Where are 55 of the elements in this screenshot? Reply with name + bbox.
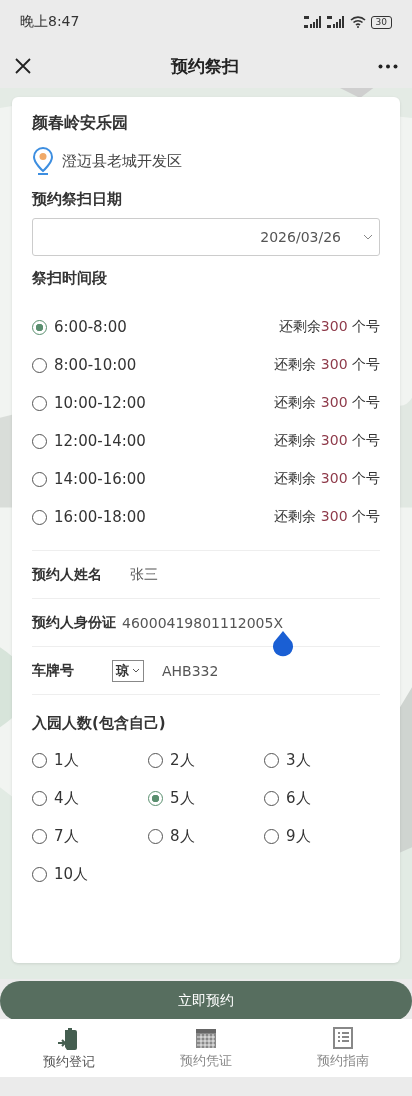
section-label: 预约祭扫日期 xyxy=(32,189,123,209)
input-field[interactable]: AHB332 xyxy=(162,662,219,679)
signal-icon xyxy=(303,16,322,28)
remaining-count: 还剩余 300 个号 xyxy=(274,356,380,374)
cemetery-name: 颜春岭安乐园 xyxy=(32,113,129,133)
wifi-icon xyxy=(349,16,366,28)
tab-item[interactable]: 预约指南 xyxy=(274,1019,412,1077)
remaining-count: 还剩余300 个号 xyxy=(278,318,380,336)
radio-button[interactable] xyxy=(32,319,47,335)
field-label: 预约人身份证 xyxy=(32,613,116,632)
caret-icon xyxy=(132,668,140,673)
tab-item[interactable]: 预约凭证 xyxy=(137,1019,275,1077)
time-slot-label[interactable]: 12:00-14:00 xyxy=(54,432,146,450)
time-slot-label[interactable]: 14:00-16:00 xyxy=(54,470,146,488)
calendar-icon xyxy=(195,1026,217,1049)
count-option[interactable]: 6人 xyxy=(286,788,311,808)
list-icon xyxy=(333,1026,354,1049)
signal-icon xyxy=(326,16,345,28)
count-option[interactable]: 4人 xyxy=(54,788,79,808)
section-label: 祭扫时间段 xyxy=(32,268,108,288)
field-label: 车牌号 xyxy=(32,661,75,680)
address-text: 澄迈县老城开发区 xyxy=(62,151,182,171)
location-pin-icon xyxy=(32,146,54,176)
more-icon xyxy=(378,63,398,69)
remaining-count: 还剩余 300 个号 xyxy=(274,432,380,450)
submit-button[interactable]: 立即预约 xyxy=(0,981,412,1021)
time-slot-label[interactable]: 16:00-18:00 xyxy=(54,508,146,526)
section-label: 入园人数(包含自己) xyxy=(32,713,167,733)
remaining-count: 还剩余 300 个号 xyxy=(274,394,380,412)
remaining-count: 还剩余 300 个号 xyxy=(274,470,380,488)
close-icon xyxy=(14,57,32,75)
battery-level: 30 xyxy=(370,15,392,29)
count-option[interactable]: 9人 xyxy=(286,826,311,846)
time-slot-label[interactable]: 8:00-10:00 xyxy=(54,356,137,374)
count-option[interactable]: 8人 xyxy=(170,826,195,846)
selection-handle-icon xyxy=(272,631,294,657)
input-field[interactable]: 46000419801112005X xyxy=(122,614,283,631)
time-slot-label[interactable]: 6:00-8:00 xyxy=(54,318,127,336)
radio-button[interactable] xyxy=(148,790,163,806)
date-select[interactable]: 2026/03/26 xyxy=(32,218,380,256)
count-option[interactable]: 2人 xyxy=(170,750,195,770)
input-field[interactable]: 张三 xyxy=(130,565,158,584)
province-select[interactable]: 琼 xyxy=(112,659,144,682)
count-option[interactable]: 5人 xyxy=(170,788,195,808)
status-time: 晚上8:47 xyxy=(20,13,80,31)
tab-item[interactable]: 预约登记 xyxy=(0,1019,138,1077)
count-option[interactable]: 3人 xyxy=(286,750,311,770)
count-option[interactable]: 7人 xyxy=(54,826,79,846)
count-option[interactable]: 10人 xyxy=(54,864,89,884)
field-label: 预约人姓名 xyxy=(32,565,103,584)
count-option[interactable]: 1人 xyxy=(54,750,79,770)
caret-icon xyxy=(363,234,373,240)
remaining-count: 还剩余 300 个号 xyxy=(274,508,380,526)
time-slot-label[interactable]: 10:00-12:00 xyxy=(54,394,146,412)
page-title: 预约祭扫 xyxy=(171,54,239,78)
